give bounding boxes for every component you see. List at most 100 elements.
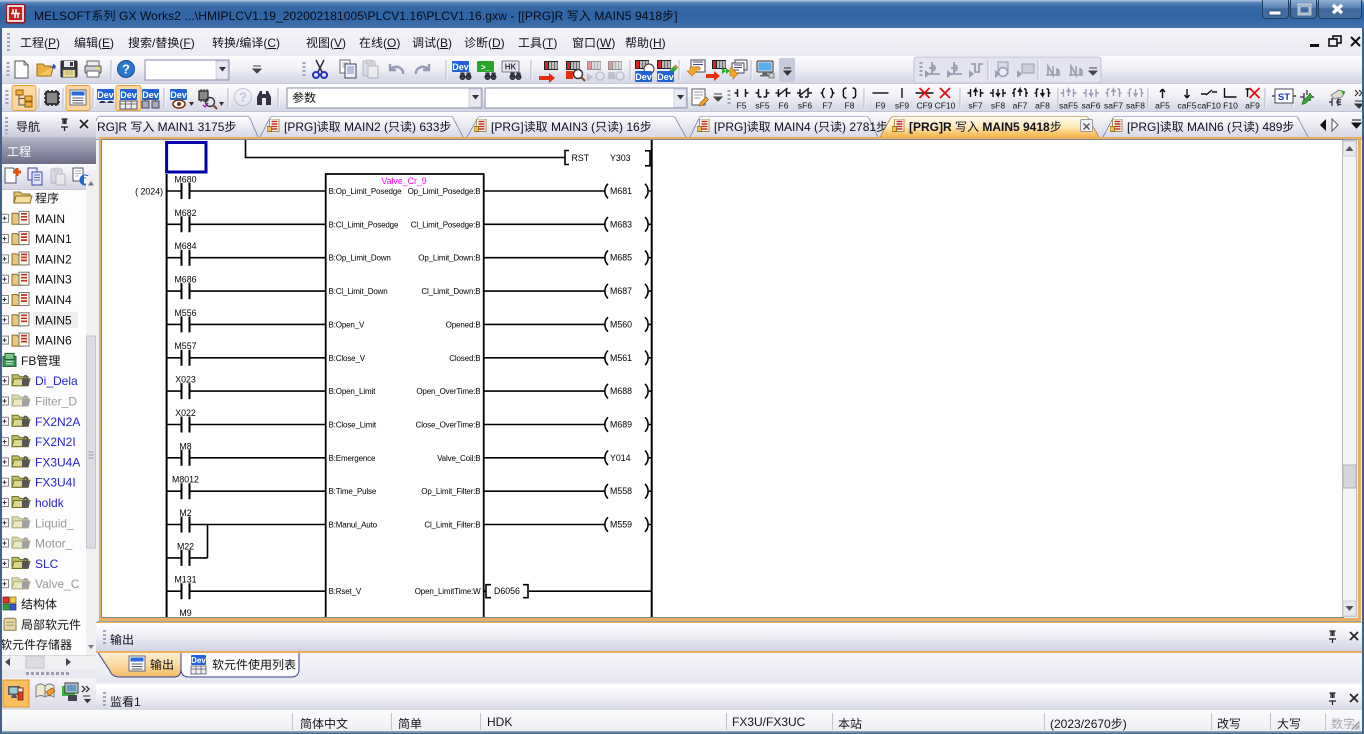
svg-text:Dev: Dev xyxy=(97,90,114,100)
svg-text:CF9: CF9 xyxy=(916,101,932,111)
svg-text:M685: M685 xyxy=(610,253,632,263)
svg-text:saF8: saF8 xyxy=(1126,101,1145,111)
svg-text:FX3U4I: FX3U4I xyxy=(35,476,76,490)
svg-text:Close_OverTime:B: Close_OverTime:B xyxy=(416,421,481,430)
svg-text:M689: M689 xyxy=(610,420,632,430)
svg-text:M681: M681 xyxy=(610,186,632,196)
svg-text:M683: M683 xyxy=(610,219,632,229)
svg-text:Closed:B: Closed:B xyxy=(449,354,480,363)
svg-text:M131: M131 xyxy=(174,575,196,585)
svg-text:Dev: Dev xyxy=(452,62,469,72)
svg-text:MAIN2: MAIN2 xyxy=(35,252,72,266)
svg-text:Dev: Dev xyxy=(191,656,206,665)
svg-text:X023: X023 xyxy=(175,375,196,385)
svg-text:B:Open_Limit: B:Open_Limit xyxy=(329,387,377,396)
svg-text:caF10: caF10 xyxy=(1197,101,1221,111)
svg-text:Di_Dela: Di_Dela xyxy=(35,374,78,388)
svg-text:B:Manul_Auto: B:Manul_Auto xyxy=(329,521,378,530)
svg-text:Valve_Coil:B: Valve_Coil:B xyxy=(437,454,480,463)
svg-text:sF5: sF5 xyxy=(755,101,769,111)
svg-text:MAIN: MAIN xyxy=(35,212,65,226)
svg-text:结构体: 结构体 xyxy=(21,598,57,612)
svg-text:参数: 参数 xyxy=(292,91,316,105)
svg-text:B:Rset_V: B:Rset_V xyxy=(329,587,362,596)
svg-text:SLC: SLC xyxy=(35,557,59,571)
svg-text:?: ? xyxy=(239,90,247,105)
svg-text:Filter_D: Filter_D xyxy=(35,395,77,409)
svg-text:M2: M2 xyxy=(179,508,191,518)
svg-text:FX2N2A: FX2N2A xyxy=(35,415,80,429)
svg-text:Cl_Limit_Posedge:B: Cl_Limit_Posedge:B xyxy=(411,220,481,229)
svg-text:B:Open_V: B:Open_V xyxy=(329,320,366,329)
svg-text:软元件存储器: 软元件存储器 xyxy=(0,638,72,652)
svg-text:HK: HK xyxy=(505,63,517,72)
svg-text:B:Close_Limit: B:Close_Limit xyxy=(329,421,377,430)
svg-text:Op_Limit_Filter:B: Op_Limit_Filter:B xyxy=(421,487,480,496)
svg-text:D6056: D6056 xyxy=(494,586,520,596)
svg-text:M688: M688 xyxy=(610,386,632,396)
svg-text:?: ? xyxy=(122,62,130,77)
svg-text:局部软元件: 局部软元件 xyxy=(21,618,81,632)
svg-text:FX2N2I: FX2N2I xyxy=(35,435,76,449)
svg-text:B:Op_Limit_Down: B:Op_Limit_Down xyxy=(329,254,391,263)
svg-text:Cl_Limit_Filter:B: Cl_Limit_Filter:B xyxy=(424,521,480,530)
svg-text:FX3U4A: FX3U4A xyxy=(35,455,80,469)
svg-text:F8: F8 xyxy=(845,101,855,111)
svg-text:M558: M558 xyxy=(610,486,632,496)
svg-text:F10: F10 xyxy=(1223,101,1238,111)
svg-text:Y303: Y303 xyxy=(610,153,631,163)
svg-text:sF9: sF9 xyxy=(895,101,909,111)
svg-text:aF5: aF5 xyxy=(1155,101,1170,111)
svg-text:saF6: saF6 xyxy=(1082,101,1101,111)
svg-text:saF7: saF7 xyxy=(1104,101,1123,111)
svg-text:Op_Limit_Posedge:B: Op_Limit_Posedge:B xyxy=(408,187,481,196)
svg-text:M687: M687 xyxy=(610,286,632,296)
svg-text:ST: ST xyxy=(1278,92,1290,103)
svg-text:Open_OverTime:B: Open_OverTime:B xyxy=(416,387,480,396)
svg-text:M9: M9 xyxy=(179,608,191,617)
svg-text:Dev: Dev xyxy=(635,72,652,82)
svg-text:M559: M559 xyxy=(610,520,632,530)
svg-text:Liquid_: Liquid_ xyxy=(35,516,74,530)
svg-text:Dev: Dev xyxy=(120,90,137,100)
svg-text:FB管理: FB管理 xyxy=(21,354,60,368)
svg-text:F5: F5 xyxy=(737,101,747,111)
svg-text:Y014: Y014 xyxy=(610,453,631,463)
svg-text:F7: F7 xyxy=(823,101,833,111)
svg-text:程序: 程序 xyxy=(35,192,59,206)
svg-text:Valve_Cr_9: Valve_Cr_9 xyxy=(381,176,426,186)
svg-text:B:Emergence: B:Emergence xyxy=(329,454,377,463)
svg-text:M560: M560 xyxy=(610,319,632,329)
svg-text:aF7: aF7 xyxy=(1013,101,1028,111)
svg-text:sF6: sF6 xyxy=(798,101,812,111)
svg-text:Open_LimitTime:W: Open_LimitTime:W xyxy=(415,587,481,596)
svg-text:B:Time_Pulse: B:Time_Pulse xyxy=(329,487,377,496)
svg-text:( 2024): ( 2024) xyxy=(135,187,163,197)
svg-text:M686: M686 xyxy=(174,275,196,285)
svg-text:Dev: Dev xyxy=(657,72,674,82)
svg-text:aF9: aF9 xyxy=(1245,101,1260,111)
svg-text:aF8: aF8 xyxy=(1035,101,1050,111)
svg-text:MAIN1: MAIN1 xyxy=(35,232,72,246)
svg-text:Valve_C: Valve_C xyxy=(35,577,80,591)
svg-text:Opened:B: Opened:B xyxy=(446,320,481,329)
svg-text:B:Cl_Limit_Posedge: B:Cl_Limit_Posedge xyxy=(329,220,399,229)
svg-text:M556: M556 xyxy=(174,308,196,318)
svg-text:MAIN6: MAIN6 xyxy=(35,334,72,348)
svg-text:M557: M557 xyxy=(174,341,196,351)
svg-text:MAIN4: MAIN4 xyxy=(35,293,72,307)
svg-text:F6: F6 xyxy=(779,101,789,111)
svg-text:Op_Limit_Down:B: Op_Limit_Down:B xyxy=(418,254,480,263)
svg-text:M682: M682 xyxy=(174,208,196,218)
svg-text:saF5: saF5 xyxy=(1059,101,1078,111)
svg-text:sF8: sF8 xyxy=(991,101,1005,111)
svg-text:B:Close_V: B:Close_V xyxy=(329,354,366,363)
svg-text:Cl_Limit_Down:B: Cl_Limit_Down:B xyxy=(421,287,480,296)
svg-text:B:Op_Limit_Posedge: B:Op_Limit_Posedge xyxy=(329,187,403,196)
svg-text:MAIN5: MAIN5 xyxy=(35,313,72,327)
svg-text:Dev: Dev xyxy=(170,90,187,100)
svg-text:Motor_: Motor_ xyxy=(35,537,73,551)
svg-text:M680: M680 xyxy=(174,175,196,185)
svg-text:RST: RST xyxy=(572,153,590,163)
svg-text:M8012: M8012 xyxy=(172,475,199,485)
